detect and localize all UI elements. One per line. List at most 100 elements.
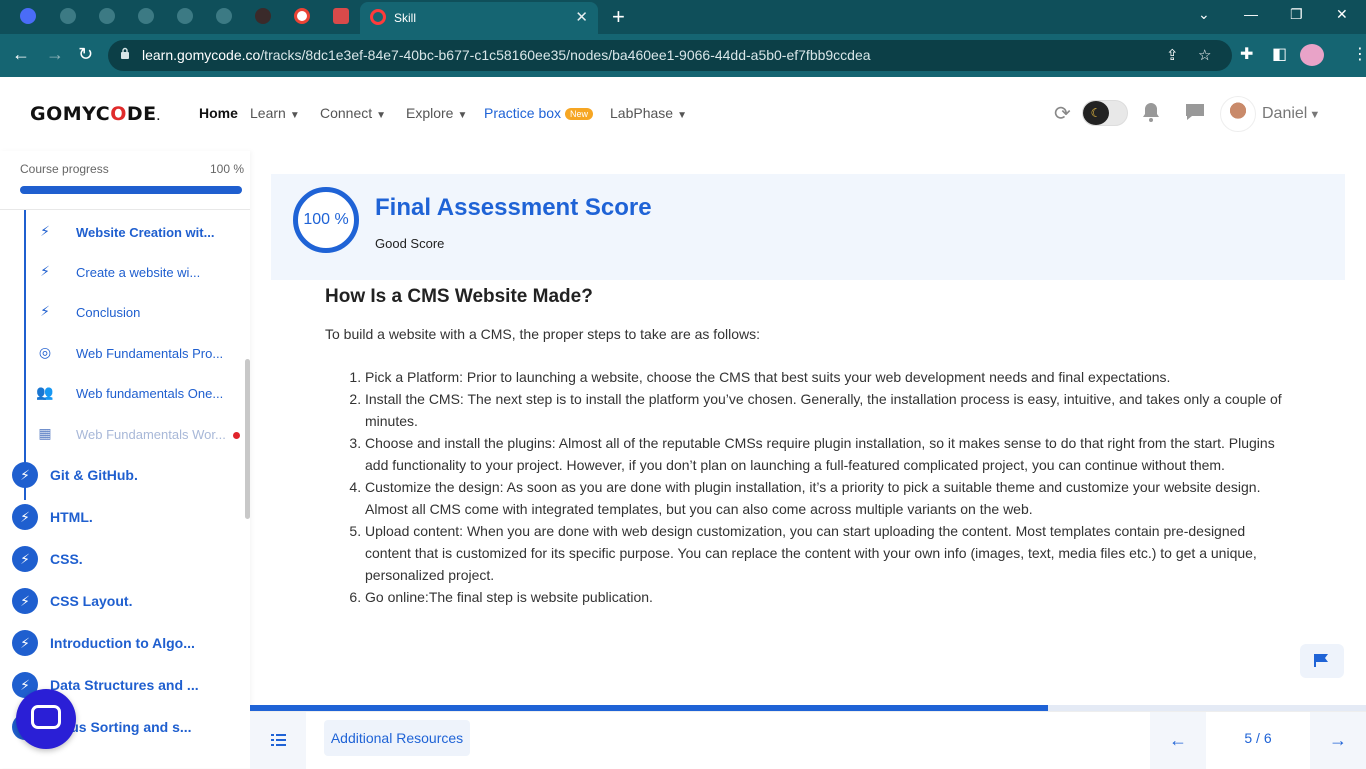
forward-icon[interactable]: →: [46, 44, 64, 65]
table-of-contents-button[interactable]: [250, 712, 306, 769]
sidebar-item-web-fundamentals-project[interactable]: ◎ Web Fundamentals Pro...: [36, 344, 236, 364]
browser-profile-icon[interactable]: [1300, 44, 1324, 66]
restore-icon[interactable]: ❐: [1290, 6, 1303, 23]
course-progress-bar: [20, 186, 242, 194]
bolt-icon: ⚡: [40, 223, 50, 239]
site-header: GOMYCODE. Home Learn ▼ Connect ▼ Explore ▼ …: [0, 77, 1366, 151]
lock-icon: [121, 47, 129, 59]
user-menu[interactable]: Daniel ▼: [1262, 105, 1320, 123]
google-tab-favicon[interactable]: [294, 8, 310, 24]
nav-home[interactable]: Home: [199, 105, 238, 121]
tab-favicon[interactable]: [333, 8, 349, 24]
nav-labphase[interactable]: LabPhase ▼: [610, 105, 687, 121]
nav-connect[interactable]: Connect ▼: [320, 105, 386, 121]
sidebar-scrollbar[interactable]: [245, 359, 250, 519]
nav-learn[interactable]: Learn ▼: [250, 105, 300, 121]
people-icon: 👥: [36, 384, 54, 400]
new-tab-button[interactable]: +: [612, 4, 625, 30]
address-bar[interactable]: learn.gomycode.co/tracks/8dc1e3ef-84e7-4…: [108, 40, 1232, 71]
page-indicator: 5 / 6: [1244, 730, 1272, 746]
list-item: Upload content: When you are done with w…: [365, 520, 1285, 586]
tab-favicon[interactable]: [20, 8, 36, 24]
extensions-icon[interactable]: ✚: [1240, 44, 1253, 64]
additional-resources-button[interactable]: Additional Resources: [324, 720, 470, 756]
previous-page-button[interactable]: ←: [1150, 712, 1206, 769]
bolt-icon: ⚡: [12, 588, 38, 614]
active-tab[interactable]: Skill ✕: [360, 2, 598, 34]
list-item: Pick a Platform: Prior to launching a we…: [365, 366, 1285, 388]
support-chat-button[interactable]: [16, 689, 76, 749]
sidebar-item-create-website[interactable]: ⚡ Create a website wi...: [36, 263, 236, 283]
steps-list: Pick a Platform: Prior to launching a we…: [325, 366, 1285, 608]
url-text: learn.gomycode.co/tracks/8dc1e3ef-84e7-4…: [142, 47, 871, 63]
tab-favicon[interactable]: [138, 8, 154, 24]
back-icon[interactable]: ←: [12, 44, 30, 65]
moon-icon: ☾: [1083, 101, 1109, 125]
sidebar-item-web-fundamentals-one[interactable]: 👥 Web fundamentals One...: [36, 384, 236, 404]
sidebar-module-css-layout[interactable]: ⚡ CSS Layout.: [12, 588, 242, 614]
tab-favicon[interactable]: [177, 8, 193, 24]
list-item: Install the CMS: The next step is to ins…: [365, 388, 1285, 432]
status-dot: [233, 432, 240, 439]
sidebar-module-css[interactable]: ⚡ CSS.: [12, 546, 242, 572]
module-timeline-line: [24, 210, 26, 500]
arrow-left-icon: ←: [1169, 730, 1187, 750]
sidebar-item-conclusion[interactable]: ⚡ Conclusion: [36, 303, 236, 323]
score-subtitle: Good Score: [375, 236, 445, 251]
avatar[interactable]: [1220, 96, 1256, 132]
sidebar-item-website-creation[interactable]: ⚡ Website Creation wit...: [36, 223, 236, 243]
chevron-down-icon: ▼: [457, 110, 468, 121]
close-tab-icon[interactable]: ✕: [575, 8, 588, 26]
bookmark-star-icon[interactable]: ☆: [1198, 46, 1211, 64]
list-item: Go online:The final step is website publ…: [365, 586, 1285, 608]
browser-menu-icon[interactable]: ⋮: [1352, 44, 1366, 64]
browser-tab-strip: Skill ✕ + ⌄ — ❐ ✕: [0, 0, 1366, 34]
nav-explore[interactable]: Explore ▼: [406, 105, 467, 121]
window-close-icon[interactable]: ✕: [1336, 6, 1348, 23]
minimize-icon[interactable]: —: [1244, 6, 1258, 22]
dark-mode-toggle[interactable]: ☾: [1082, 100, 1128, 126]
sidebar-item-web-fundamentals-workshop[interactable]: ▦ Web Fundamentals Wor...: [36, 425, 240, 445]
tab-search-icon[interactable]: ⌄: [1198, 6, 1210, 23]
lesson-content: How Is a CMS Website Made? To build a we…: [325, 286, 1285, 608]
gomycode-favicon: [370, 9, 386, 25]
sidebar-module-algorithms[interactable]: ⚡ Introduction to Algo...: [12, 630, 242, 656]
gomycode-logo[interactable]: GOMYCODE.: [30, 103, 161, 125]
score-ring: 100 %: [293, 187, 359, 253]
report-button[interactable]: [1300, 644, 1344, 678]
list-item: Customize the design: As soon as you are…: [365, 476, 1285, 520]
flag-icon: [1314, 654, 1328, 667]
target-icon: ◎: [38, 344, 52, 360]
sidebar-module-git[interactable]: ⚡ Git & GitHub.: [12, 462, 242, 488]
bell-icon[interactable]: [1141, 101, 1161, 123]
tab-favicon[interactable]: [99, 8, 115, 24]
score-title: Final Assessment Score: [375, 194, 652, 221]
chevron-down-icon: ▼: [677, 110, 687, 121]
tab-favicon[interactable]: [60, 8, 76, 24]
browser-toolbar: ← → ↻ learn.gomycode.co/tracks/8dc1e3ef-…: [0, 34, 1366, 77]
chevron-down-icon: ▼: [289, 110, 300, 121]
next-page-button[interactable]: →: [1310, 712, 1366, 769]
arrow-right-icon: →: [1329, 730, 1347, 750]
share-icon[interactable]: ⇪: [1166, 46, 1179, 64]
bolt-icon: ⚡: [40, 303, 50, 319]
tab-favicon[interactable]: [216, 8, 232, 24]
lesson-footer: Additional Resources ← 5 / 6 →: [250, 711, 1366, 769]
nav-practice-box[interactable]: Practice box New: [484, 105, 594, 121]
bolt-icon: ⚡: [40, 263, 50, 279]
lesson-intro: To build a website with a CMS, the prope…: [325, 326, 760, 342]
tab-favicon[interactable]: [255, 8, 271, 24]
course-progress-value: 100 %: [210, 162, 245, 176]
chevron-down-icon: ▼: [376, 110, 387, 121]
tab-title: Skill: [394, 11, 417, 25]
refresh-icon[interactable]: ⟳: [1054, 101, 1071, 126]
side-panel-icon[interactable]: ◧: [1272, 44, 1287, 64]
divider: [0, 209, 250, 210]
assessment-score-card: 100 % Final Assessment Score Good Score: [271, 174, 1345, 280]
bolt-icon: ⚡: [12, 630, 38, 656]
reload-icon[interactable]: ↻: [78, 44, 93, 65]
sidebar-module-html[interactable]: ⚡ HTML.: [12, 504, 242, 530]
chat-icon[interactable]: [1184, 102, 1206, 122]
course-progress-fill: [20, 186, 242, 194]
list-icon: [271, 734, 286, 746]
